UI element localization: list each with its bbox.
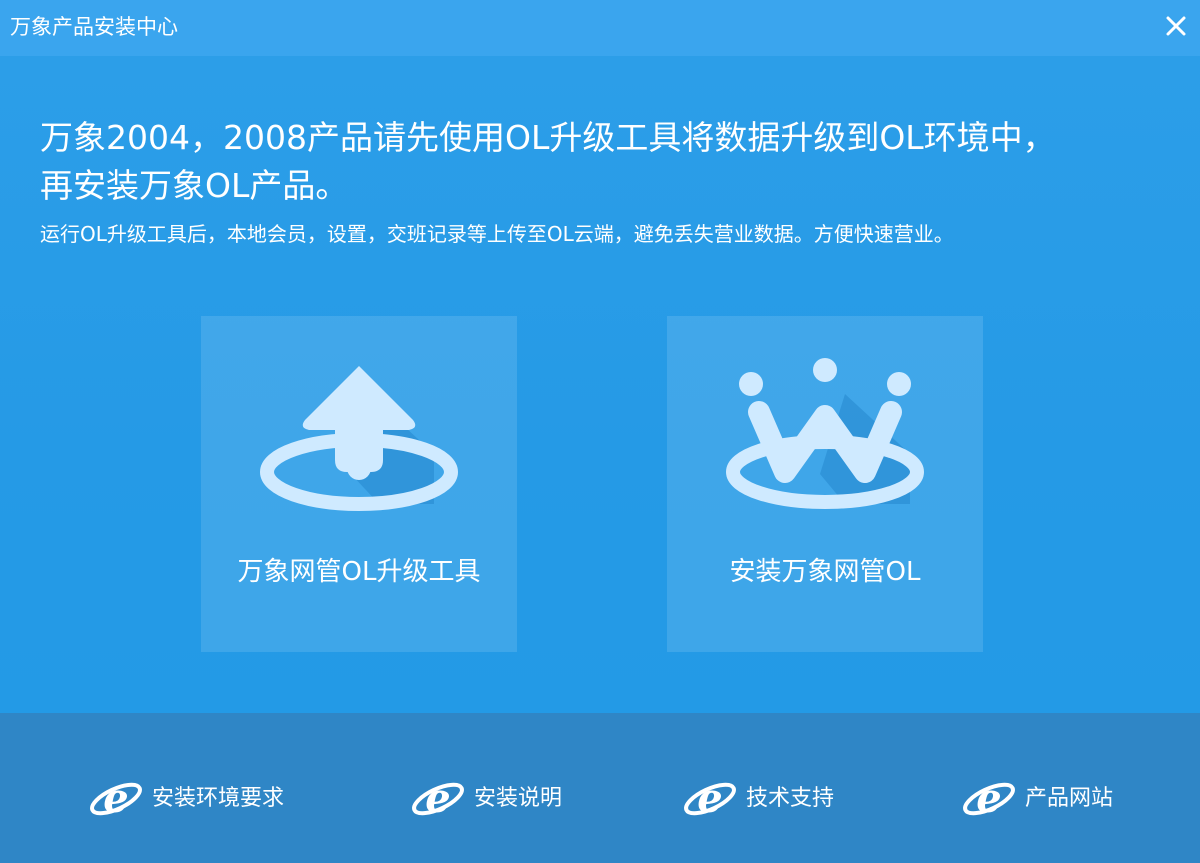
install-card[interactable]: 安装万象网管OL [667, 316, 983, 652]
headline-line-1: 万象2004，2008产品请先使用OL升级工具将数据升级到OL环境中， [40, 118, 1056, 157]
upgrade-tool-card[interactable]: 万象网管OL升级工具 [201, 316, 517, 652]
tech-support-label: 技术支持 [746, 786, 835, 811]
product-website-label: 产品网站 [1025, 786, 1114, 811]
ie-icon: e [682, 771, 738, 827]
svg-text:e: e [425, 775, 450, 822]
close-icon [1166, 16, 1186, 36]
svg-text:e: e [976, 775, 1001, 822]
ie-icon: e [88, 771, 144, 827]
install-instructions-label: 安装说明 [474, 786, 563, 811]
wanxiang-logo-icon [725, 354, 925, 514]
upgrade-tool-label: 万象网管OL升级工具 [237, 557, 481, 587]
main-panel: 万象2004，2008产品请先使用OL升级工具将数据升级到OL环境中， 再安装万… [0, 56, 1200, 713]
svg-text:e: e [103, 775, 128, 822]
svg-text:e: e [697, 775, 722, 822]
tech-support-link[interactable]: e 技术支持 [682, 769, 834, 829]
product-website-link[interactable]: e 产品网站 [961, 769, 1113, 829]
headline-line-2: 再安装万象OL产品。 [40, 166, 349, 205]
install-label: 安装万象网管OL [729, 557, 921, 587]
window-title: 万象产品安装中心 [10, 15, 178, 39]
description: 运行OL升级工具后，本地会员，设置，交班记录等上传至OL云端，避免丢失营业数据。… [40, 222, 954, 246]
upload-arrow-icon [259, 354, 459, 514]
install-instructions-link[interactable]: e 安装说明 [410, 769, 562, 829]
footer-bar: e 安装环境要求 e 安装说明 e 技术支持 e 产品网站 [0, 713, 1200, 863]
ie-icon: e [961, 771, 1017, 827]
title-bar: 万象产品安装中心 [0, 0, 1200, 56]
install-requirements-link[interactable]: e 安装环境要求 [88, 769, 284, 829]
headline: 万象2004，2008产品请先使用OL升级工具将数据升级到OL环境中， 再安装万… [40, 114, 1170, 210]
install-requirements-label: 安装环境要求 [152, 786, 285, 811]
close-button[interactable] [1158, 8, 1194, 44]
ie-icon: e [410, 771, 466, 827]
